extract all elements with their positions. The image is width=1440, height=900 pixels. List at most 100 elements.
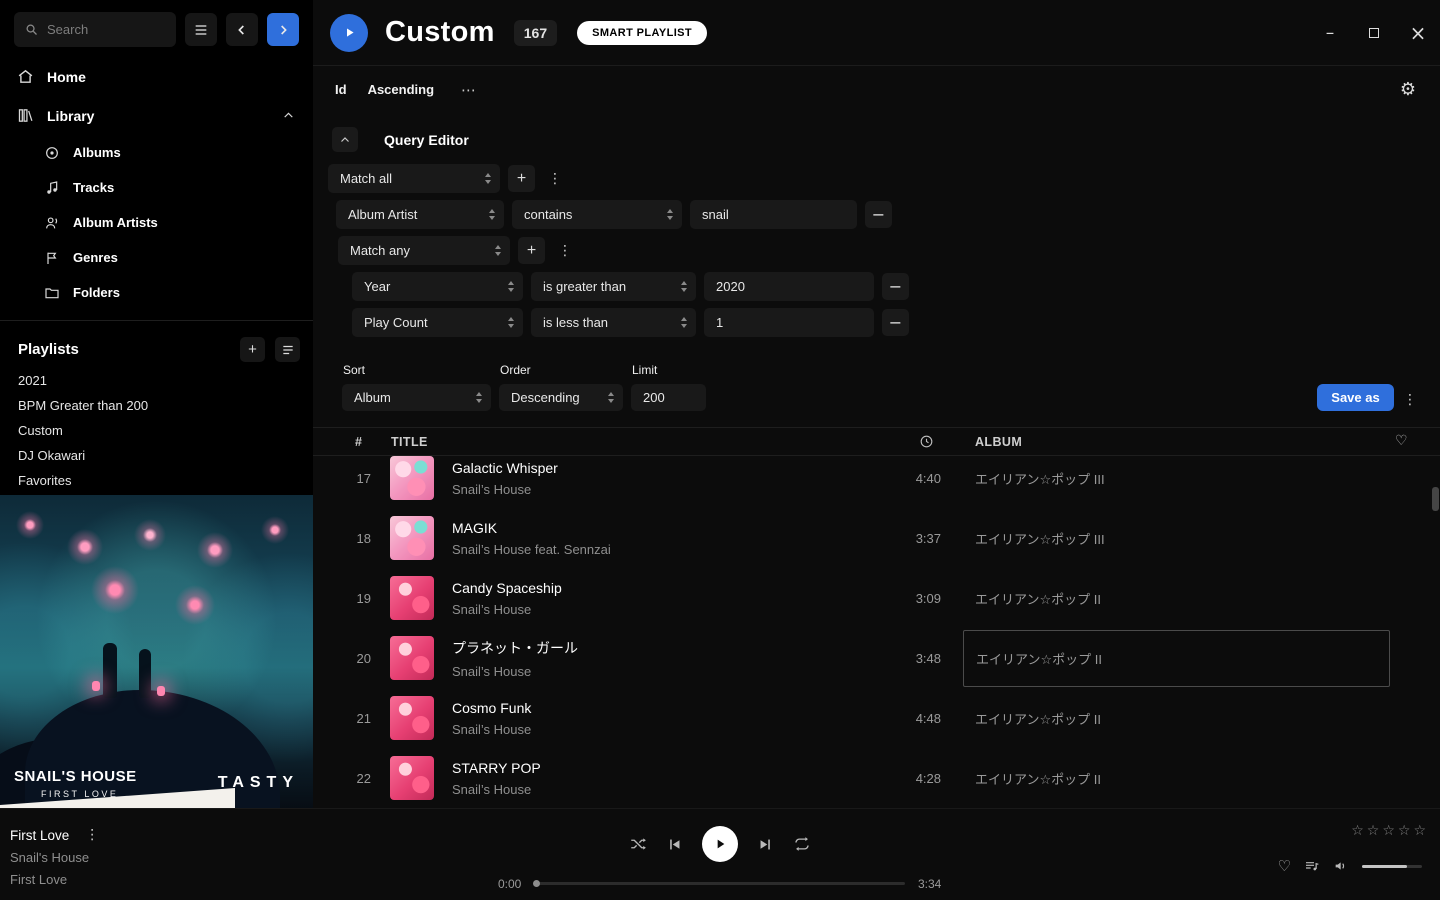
seek-knob[interactable]	[533, 880, 540, 887]
table-row[interactable]: 20 プラネット・ガール Snail’s House 3:48 エイリアン☆ポッ…	[313, 628, 1440, 688]
table-header: # TITLE ALBUM ♡	[313, 428, 1440, 456]
repeat-button[interactable]	[793, 835, 811, 853]
table-row[interactable]: 17 Galactic Whisper Snail’s House 4:40 エ…	[313, 456, 1440, 508]
track-album[interactable]: エイリアン☆ポップ III	[963, 508, 1390, 568]
chevron-up-icon[interactable]	[282, 109, 295, 122]
sidebar-item-album-artists[interactable]: Album Artists	[0, 205, 313, 240]
rule-value-input[interactable]	[690, 200, 857, 229]
group-menu-icon[interactable]: ⋮	[553, 243, 577, 259]
sort-select[interactable]: Album	[342, 384, 491, 411]
rule-field-select[interactable]: Album Artist	[336, 200, 504, 229]
queue-button[interactable]	[1304, 858, 1320, 874]
back-button[interactable]	[226, 13, 258, 46]
scrollbar-thumb[interactable]	[1432, 487, 1439, 511]
add-playlist-button[interactable]: +	[240, 337, 265, 362]
previous-button[interactable]	[666, 836, 683, 853]
column-title[interactable]: TITLE	[391, 435, 428, 449]
menu-button[interactable]	[185, 13, 217, 46]
heart-icon[interactable]: ♡	[1395, 433, 1408, 449]
minimize-button[interactable]: –	[1308, 0, 1352, 66]
table-row[interactable]: 19 Candy Spaceship Snail’s House 3:09 エイ…	[313, 568, 1440, 628]
remove-rule-button[interactable]: −	[882, 309, 909, 336]
search-input[interactable]	[47, 22, 166, 37]
rule-field-select[interactable]: Year	[352, 272, 523, 301]
rule-value-input[interactable]	[704, 308, 874, 337]
forward-button[interactable]	[267, 13, 299, 46]
select-value: is greater than	[543, 279, 626, 294]
now-playing-artwork[interactable]: SNAIL'S HOUSE FIRST LOVE TASTY	[0, 495, 313, 808]
gear-icon[interactable]: ⚙	[1400, 79, 1416, 100]
sort-order-control[interactable]: Ascending	[368, 82, 434, 97]
collapse-button[interactable]	[332, 127, 358, 152]
more-options-icon[interactable]: ⋯	[461, 81, 476, 99]
limit-input[interactable]	[631, 384, 706, 411]
maximize-icon	[1369, 28, 1379, 38]
search-box[interactable]	[14, 12, 176, 47]
group-menu-icon[interactable]: ⋮	[543, 171, 567, 187]
order-select[interactable]: Descending	[499, 384, 623, 411]
playlist-item[interactable]: DJ Okawari	[0, 443, 313, 468]
playlist-item[interactable]: Favorites	[0, 468, 313, 493]
rule-operator-select[interactable]: is greater than	[531, 272, 696, 301]
maximize-button[interactable]	[1352, 0, 1396, 66]
track-number: 19	[313, 591, 383, 606]
add-rule-button[interactable]: +	[518, 237, 545, 264]
track-album[interactable]: エイリアン☆ポップ II	[963, 688, 1390, 748]
sidebar-item-folders[interactable]: Folders	[0, 275, 313, 310]
star-icon[interactable]: ☆	[1413, 823, 1426, 839]
table-row[interactable]: 21 Cosmo Funk Snail’s House 4:48 エイリアン☆ポ…	[313, 688, 1440, 748]
track-album[interactable]: エイリアン☆ポップ II	[963, 748, 1390, 808]
shuffle-icon	[629, 835, 647, 853]
table-row[interactable]: 18 MAGIK Snail’s House feat. Sennzai 3:3…	[313, 508, 1440, 568]
rule-operator-select[interactable]: is less than	[531, 308, 696, 337]
track-album[interactable]: エイリアン☆ポップ III	[963, 456, 1390, 508]
sidebar-item-label: Albums	[73, 145, 121, 160]
rule-operator-select[interactable]: contains	[512, 200, 682, 229]
select-carets-icon	[495, 245, 501, 256]
next-button[interactable]	[757, 836, 774, 853]
add-rule-button[interactable]: +	[508, 165, 535, 192]
track-album-focused[interactable]: エイリアン☆ポップ II	[963, 630, 1390, 687]
column-album[interactable]: ALBUM	[975, 435, 1022, 449]
playlist-item[interactable]: Custom	[0, 418, 313, 443]
sidebar-item-albums[interactable]: Albums	[0, 135, 313, 170]
rule-field-select[interactable]: Play Count	[352, 308, 523, 337]
star-icon[interactable]: ☆	[1367, 823, 1380, 839]
save-as-button[interactable]: Save as	[1317, 384, 1394, 411]
star-icon[interactable]: ☆	[1351, 823, 1364, 839]
play-playlist-button[interactable]	[330, 14, 368, 52]
select-value: Play Count	[364, 315, 428, 330]
shuffle-button[interactable]	[629, 835, 647, 853]
query-editor-header: Query Editor	[332, 127, 1440, 152]
rule-value-input[interactable]	[704, 272, 874, 301]
disc-icon	[44, 145, 60, 161]
favorite-heart-icon[interactable]: ♡	[1278, 857, 1291, 875]
table-row[interactable]: 22 STARRY POP Snail’s House 4:28 エイリアン☆ポ…	[313, 748, 1440, 808]
playlist-view-button[interactable]	[275, 337, 300, 362]
remove-rule-button[interactable]: −	[865, 201, 892, 228]
star-icon[interactable]: ☆	[1398, 823, 1411, 839]
match-mode-select[interactable]: Match all	[328, 164, 500, 193]
query-menu-icon[interactable]: ⋮	[1398, 392, 1422, 408]
match-mode-select[interactable]: Match any	[338, 236, 510, 265]
column-number[interactable]: #	[355, 435, 362, 449]
sidebar-item-tracks[interactable]: Tracks	[0, 170, 313, 205]
playlist-item[interactable]: BPM Greater than 200	[0, 393, 313, 418]
sort-field-control[interactable]: Id	[335, 82, 347, 97]
track-album[interactable]: エイリアン☆ポップ II	[963, 568, 1390, 628]
sidebar-item-genres[interactable]: Genres	[0, 240, 313, 275]
volume-icon[interactable]	[1333, 858, 1349, 874]
sidebar-item-library[interactable]: Library	[0, 96, 313, 135]
star-icon[interactable]: ☆	[1382, 823, 1395, 839]
volume-slider[interactable]	[1362, 865, 1422, 868]
track-menu-icon[interactable]: ⋮	[80, 827, 104, 843]
play-pause-button[interactable]	[702, 826, 738, 862]
seek-bar[interactable]	[535, 882, 905, 885]
playlist-item[interactable]: 2021	[0, 368, 313, 393]
clock-icon[interactable]	[919, 434, 934, 449]
sidebar-toolbar	[0, 0, 313, 55]
track-title-cell: Cosmo Funk Snail’s House	[452, 700, 853, 737]
remove-rule-button[interactable]: −	[882, 273, 909, 300]
sidebar-item-home[interactable]: Home	[0, 57, 313, 96]
close-button[interactable]: ×	[1396, 0, 1440, 66]
